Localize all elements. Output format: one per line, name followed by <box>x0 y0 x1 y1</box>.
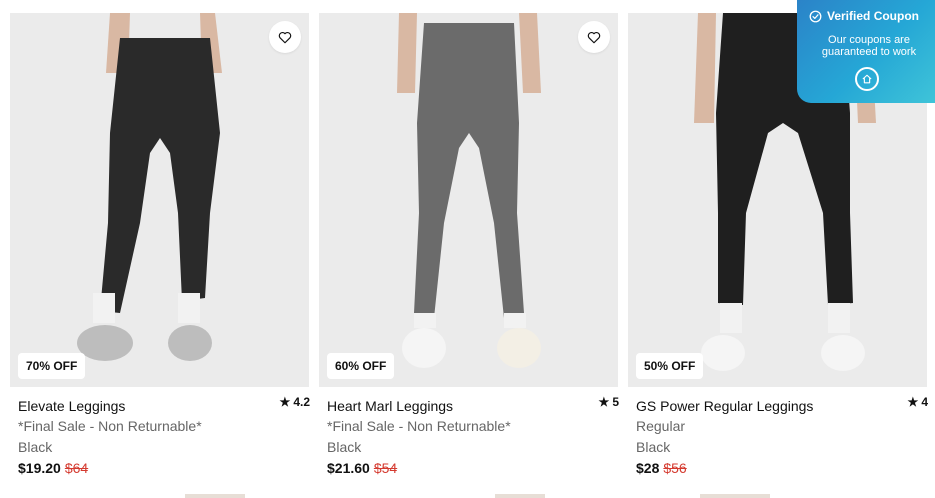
original-price: $56 <box>663 460 687 476</box>
product-color: Black <box>327 439 362 455</box>
wishlist-button[interactable] <box>578 21 610 53</box>
leggings-photo <box>319 13 618 387</box>
product-price: $19.20 $64 <box>18 458 309 479</box>
sale-price: $19.20 <box>18 460 61 476</box>
product-name[interactable]: Elevate Leggings <box>18 396 309 416</box>
coupon-title: Verified Coupon <box>827 9 920 23</box>
check-circle-icon <box>809 10 822 22</box>
coupon-header: Verified Coupon <box>809 9 919 23</box>
heart-outline-icon <box>587 31 601 43</box>
product-card[interactable]: 70% OFF ★ 4.2 Elevate Leggings *Final Sa… <box>10 13 310 498</box>
home-button[interactable] <box>855 67 879 91</box>
sale-price: $21.60 <box>327 460 370 476</box>
product-price: $28 $56 <box>636 458 927 479</box>
product-card[interactable]: 60% OFF ★ 5 Heart Marl Leggings *Final S… <box>319 13 619 498</box>
original-price: $54 <box>373 460 398 476</box>
discount-badge: 50% OFF <box>636 353 704 379</box>
home-icon <box>862 74 872 84</box>
product-note: Regular <box>636 418 686 434</box>
product-color: Black <box>636 439 671 455</box>
next-row-preview <box>0 494 935 498</box>
product-image[interactable]: 70% OFF <box>10 13 309 387</box>
heart-outline-icon <box>278 31 292 43</box>
product-grid: 70% OFF ★ 4.2 Elevate Leggings *Final Sa… <box>0 0 935 498</box>
product-info: Heart Marl Leggings *Final Sale - Non Re… <box>327 396 618 479</box>
product-image[interactable]: 60% OFF <box>319 13 618 387</box>
original-price: $64 <box>64 460 89 476</box>
wishlist-button[interactable] <box>269 21 301 53</box>
product-info: GS Power Regular Leggings Regular Black … <box>636 396 927 479</box>
product-color: Black <box>18 439 53 455</box>
product-price: $21.60 $54 <box>327 458 618 479</box>
product-name[interactable]: GS Power Regular Leggings <box>636 396 927 416</box>
coupon-message: Our coupons are guaranteed to work <box>821 34 917 58</box>
discount-badge: 60% OFF <box>327 353 395 379</box>
product-info: Elevate Leggings *Final Sale - Non Retur… <box>18 396 309 479</box>
discount-badge: 70% OFF <box>18 353 86 379</box>
sale-price: $28 <box>636 460 660 476</box>
product-note: *Final Sale - Non Returnable* <box>18 418 202 434</box>
product-name[interactable]: Heart Marl Leggings <box>327 396 618 416</box>
leggings-photo <box>10 13 309 387</box>
verified-coupon-popup[interactable]: Verified Coupon Our coupons are guarante… <box>797 0 935 103</box>
product-note: *Final Sale - Non Returnable* <box>327 418 511 434</box>
